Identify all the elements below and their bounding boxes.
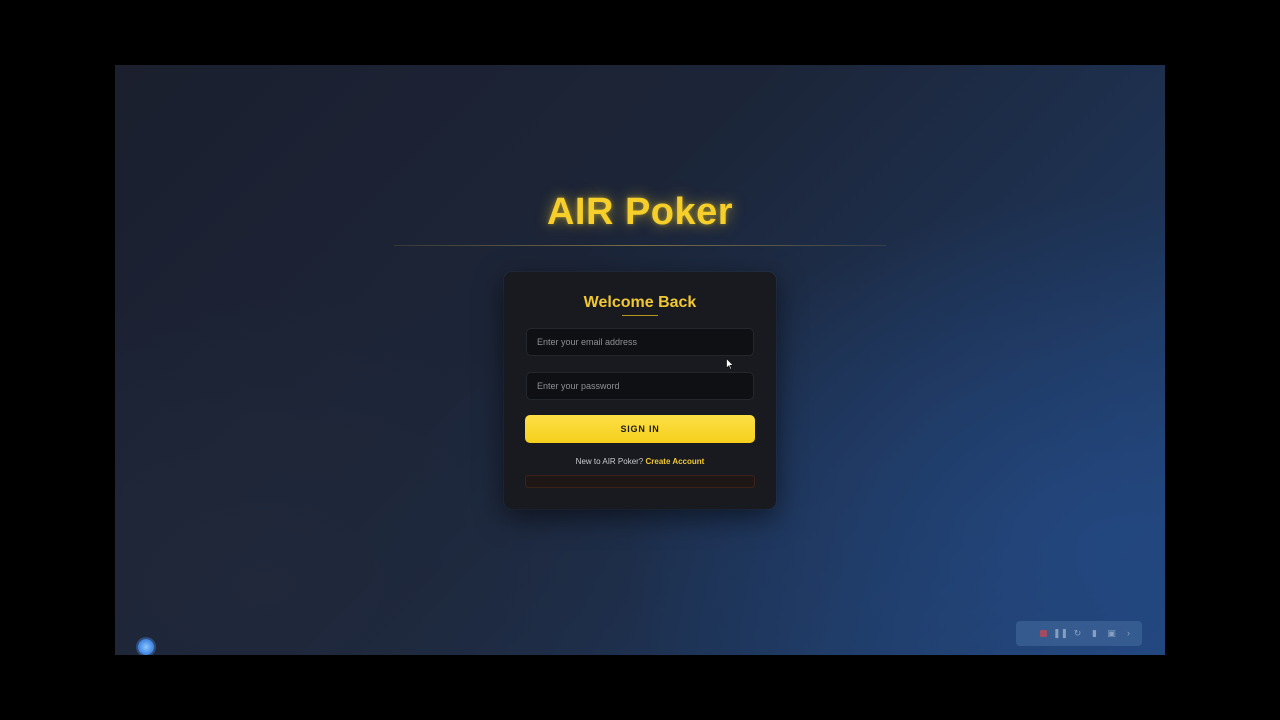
pause-icon[interactable]: ❚❚ bbox=[1053, 628, 1068, 639]
error-message-box bbox=[525, 475, 755, 488]
create-account-link[interactable]: Create Account bbox=[646, 457, 705, 466]
card-heading: Welcome Back bbox=[583, 294, 697, 311]
heading-underline bbox=[622, 315, 658, 316]
chevron-right-icon[interactable]: › bbox=[1123, 628, 1134, 639]
email-field[interactable] bbox=[526, 328, 754, 356]
mouse-cursor-icon bbox=[726, 358, 734, 370]
title-divider bbox=[394, 245, 886, 246]
signup-line: New to AIR Poker? Create Account bbox=[504, 457, 776, 466]
signup-prompt: New to AIR Poker? bbox=[575, 457, 644, 466]
assistant-widget-icon[interactable] bbox=[138, 639, 154, 655]
password-field[interactable] bbox=[526, 372, 754, 400]
restart-icon[interactable]: ↻ bbox=[1072, 628, 1083, 639]
app-viewport: AIR Poker Welcome Back SIGN IN New to AI… bbox=[115, 65, 1165, 655]
sign-in-button[interactable]: SIGN IN bbox=[525, 415, 755, 443]
app-title: AIR Poker bbox=[546, 191, 734, 233]
login-card: Welcome Back SIGN IN New to AIR Poker? C… bbox=[504, 272, 776, 509]
recorder-toolbar: ❚❚ ↻ ▮ ▣ › bbox=[1016, 621, 1142, 646]
screen-icon[interactable]: ▣ bbox=[1106, 628, 1117, 639]
stop-icon[interactable] bbox=[1038, 628, 1049, 639]
trash-icon[interactable]: ▮ bbox=[1089, 628, 1100, 639]
